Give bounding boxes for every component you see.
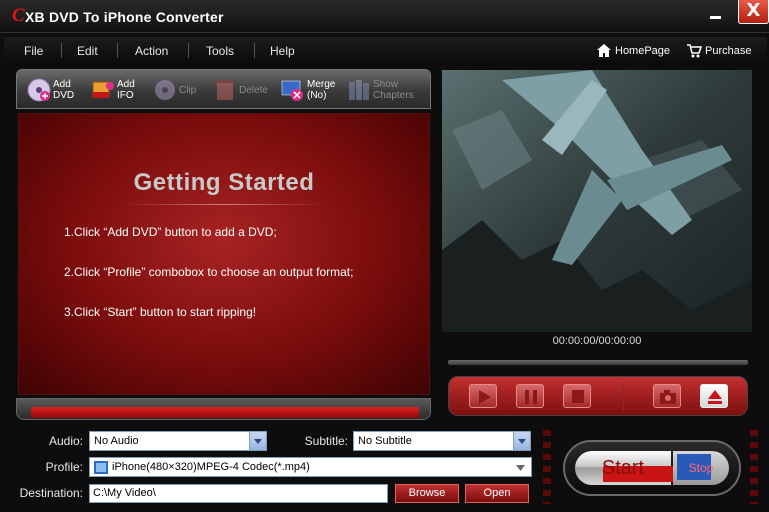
open-button[interactable]: Open <box>465 484 529 503</box>
getting-started-title: Getting Started <box>133 169 315 196</box>
profile-label: Profile: <box>45 460 83 474</box>
profile-select-value: iPhone(480×320)MPEG-4 Codec(*.mp4) <box>112 461 310 473</box>
add-dvd-label-1: Add <box>53 79 71 90</box>
clip-button[interactable]: Clip <box>153 74 196 106</box>
window-title: XB DVD To iPhone Converter <box>25 9 224 25</box>
start-stop-panel: Start Stop <box>563 440 741 496</box>
pause-button[interactable] <box>516 384 544 408</box>
menu-tools[interactable]: Tools <box>206 44 234 58</box>
start-button[interactable]: Start <box>575 451 673 485</box>
play-icon <box>479 390 491 404</box>
menu-bar: File Edit Action Tools Help HomePage Pur… <box>4 37 767 65</box>
purchase-link[interactable]: Purchase <box>686 43 751 58</box>
menu-edit[interactable]: Edit <box>77 44 98 58</box>
ifo-file-icon <box>91 78 115 102</box>
browse-button[interactable]: Browse <box>395 484 459 503</box>
destination-input[interactable]: C:\My Video\ <box>89 484 388 503</box>
home-icon <box>597 44 611 57</box>
subtitle-select-value: No Subtitle <box>358 435 412 447</box>
audio-select-value: No Audio <box>94 435 139 447</box>
step-2-text: 2.Click “Profile” combobox to choose an … <box>64 265 354 279</box>
chevron-down-icon[interactable] <box>249 432 266 450</box>
merge-label-2: (No) <box>307 90 327 101</box>
subtitle-label: Subtitle: <box>304 434 348 448</box>
stop-label: Stop <box>688 461 714 475</box>
menu-separator <box>61 43 62 58</box>
add-dvd-button[interactable]: Add DVD <box>27 74 74 106</box>
profile-select[interactable]: iPhone(480×320)MPEG-4 Codec(*.mp4) <box>89 457 532 477</box>
step-1-text: 1.Click “Add DVD” button to add a DVD; <box>64 225 277 239</box>
title-divider <box>124 204 324 205</box>
seek-bar[interactable] <box>448 360 748 365</box>
menu-separator <box>117 43 118 58</box>
stop-square-icon <box>572 390 584 403</box>
menu-separator <box>188 43 189 58</box>
iphone-profile-icon <box>94 461 108 474</box>
purchase-label: Purchase <box>705 44 752 57</box>
snapshot-button[interactable] <box>653 384 681 408</box>
scrollbar-thumb[interactable] <box>31 407 419 418</box>
merge-label-1: Merge <box>307 79 336 90</box>
stop-playback-button[interactable] <box>563 384 591 408</box>
play-button[interactable] <box>469 384 497 408</box>
decorative-strip <box>750 430 758 504</box>
clip-disc-icon <box>153 78 177 102</box>
video-preview <box>442 70 752 332</box>
eject-button[interactable] <box>700 384 728 408</box>
decorative-strip <box>543 430 551 504</box>
audio-label: Audio: <box>48 434 83 448</box>
show-chapters-label-2: Chapters <box>373 90 414 101</box>
menu-action[interactable]: Action <box>135 44 168 58</box>
dvd-disc-icon <box>27 78 51 102</box>
chevron-down-icon[interactable] <box>513 432 530 450</box>
show-chapters-button[interactable]: Show Chapters <box>347 74 414 106</box>
homepage-link[interactable]: HomePage <box>596 43 670 58</box>
start-label: Start <box>601 457 645 479</box>
app-logo: C <box>12 5 25 26</box>
menu-help[interactable]: Help <box>270 44 295 58</box>
eject-icon <box>708 390 722 404</box>
menu-separator <box>254 43 255 58</box>
menu-file[interactable]: File <box>24 44 43 58</box>
pause-icon <box>525 390 537 404</box>
audio-select[interactable]: No Audio <box>89 431 267 451</box>
subtitle-select[interactable]: No Subtitle <box>353 431 531 451</box>
controls-separator <box>623 383 624 411</box>
horizontal-scrollbar[interactable] <box>16 398 431 420</box>
add-dvd-label-2: DVD <box>53 90 75 101</box>
chevron-down-icon[interactable] <box>516 465 525 471</box>
shopping-cart-icon <box>687 44 702 58</box>
merge-film-icon <box>281 78 305 102</box>
delete-label: Delete <box>239 84 268 96</box>
stop-button[interactable]: Stop <box>673 451 729 485</box>
add-ifo-label-2: IFO <box>117 90 134 101</box>
toolbar: Add DVD Add IFO Clip Delete Merge (No) Show… <box>16 69 431 109</box>
add-ifo-button[interactable]: Add IFO <box>91 74 135 106</box>
player-controls <box>448 376 748 416</box>
camera-icon <box>660 390 676 404</box>
destination-label: Destination: <box>19 486 83 500</box>
show-chapters-label-1: Show <box>373 79 399 90</box>
add-ifo-label-1: Add <box>117 79 135 90</box>
file-list-panel[interactable]: Getting Started 1.Click “Add DVD” button… <box>18 113 430 395</box>
title-bar: C XB DVD To iPhone Converter X <box>0 0 769 33</box>
step-3-text: 3.Click “Start” button to start ripping! <box>64 305 257 319</box>
video-frame-image <box>442 70 752 332</box>
delete-icon <box>213 78 237 102</box>
homepage-label: HomePage <box>615 44 671 57</box>
timecode-display: 00:00:00/00:00:00 <box>552 335 642 347</box>
close-button[interactable]: X <box>738 0 769 24</box>
minimize-button[interactable] <box>704 5 726 25</box>
chapters-icon <box>347 78 371 102</box>
delete-button[interactable]: Delete <box>213 74 268 106</box>
merge-button[interactable]: Merge (No) <box>281 74 335 106</box>
clip-label: Clip <box>179 84 197 96</box>
